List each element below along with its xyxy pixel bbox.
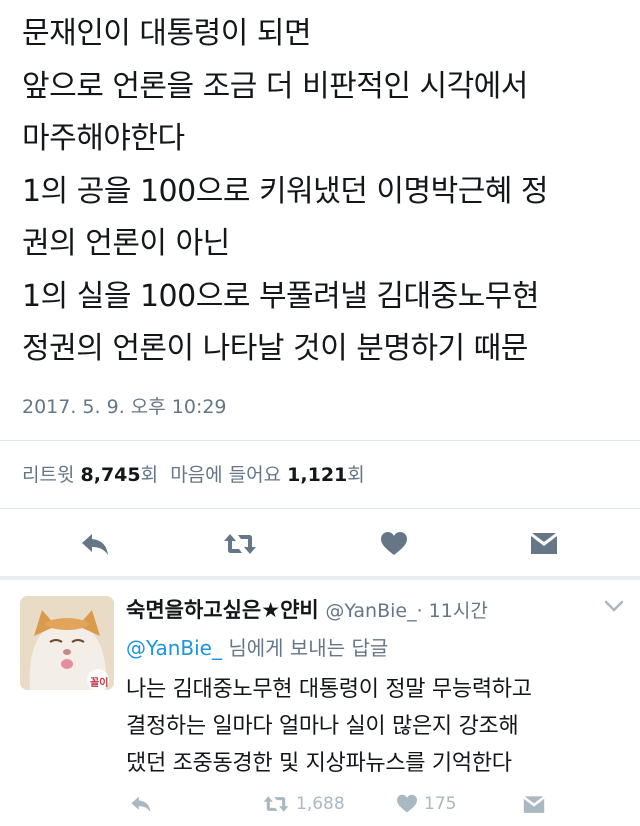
reply-actions: 1,688 175 [0,794,640,822]
retweet-icon [263,796,289,812]
replying-to: @YanBie_ 님에게 보내는 답글 [126,632,388,661]
reply-header: 숙면을하고싶은★얀비 @YanBie_· 11시간 [126,594,488,624]
reply-button[interactable] [77,526,113,562]
reply-author-name[interactable]: 숙면을하고싶은★얀비 [126,598,319,622]
reply-like-button[interactable]: 175 [396,794,456,814]
like-count-suffix: 회 [347,464,365,486]
reply-icon [82,534,108,555]
reply-icon [131,796,151,813]
reply-text: 나는 김대중노무현 대통령이 정말 무능력하고 결정하는 일마다 얼마나 실이 … [126,671,626,782]
reply-retweet-count: 1,688 [296,794,345,814]
tweet-line: 문재인이 대통령이 되면 [22,16,312,51]
reply-dm-button[interactable] [522,794,546,816]
reply-reply-button[interactable] [130,794,152,814]
more-options-button[interactable] [604,598,624,617]
heart-icon [397,794,417,813]
like-button[interactable] [376,526,412,562]
tweet-timestamp[interactable]: 2017. 5. 9. 오후 10:29 [22,392,227,419]
reply-time: · 11시간 [416,600,488,622]
tweet-actions [0,526,640,562]
retweet-label: 리트윗 [22,464,75,486]
dm-icon [531,533,557,554]
replying-to-suffix: 님에게 보내는 답글 [228,636,389,660]
tweet-line: 앞으로 언론을 조금 더 비판적인 시각에서 [22,68,528,104]
avatar[interactable]: 꼴이 [20,596,114,690]
tweet-line: 권의 언론이 아닌 [22,226,230,261]
reply-retweet-button[interactable]: 1,688 [262,794,345,814]
like-count[interactable]: 1,121 [287,464,347,486]
reply-line: 댔던 조중동경한 및 지상파뉴스를 기억한다 [126,751,512,776]
reply-like-count: 175 [424,794,457,814]
dm-button[interactable] [526,526,562,562]
section-separator [0,576,640,580]
reply-line: 결정하는 일마다 얼마나 실이 많은지 강조해 [126,714,519,739]
divider [0,508,640,509]
tweet-text: 문재인이 대통령이 되면 앞으로 언론을 조금 더 비판적인 시각에서 마주해야… [22,8,632,376]
heart-icon [381,532,407,555]
tweet-stats: 리트윗 8,745회 마음에 들어요 1,121회 [22,460,365,487]
retweet-count-suffix: 회 [140,464,159,486]
tweet-line: 1의 공을 100으로 키워냈던 이명박근혜 정 [22,173,549,209]
tweet-line: 정권의 언론이 나타날 것이 분명하기 때문 [22,331,528,366]
retweet-icon [224,534,256,554]
tweet-line: 1의 실을 100으로 부풀려낼 김대중노무현 [22,278,540,314]
divider [0,440,640,441]
retweet-count[interactable]: 8,745 [81,464,141,486]
dm-icon [523,796,545,813]
like-label: 마음에 들어요 [170,464,282,486]
reply-line: 나는 김대중노무현 대통령이 정말 무능력하고 [126,677,532,702]
avatar-caption: 꼴이 [90,678,109,689]
retweet-button[interactable] [222,526,258,562]
chevron-down-icon [604,600,624,612]
reply-author-handle[interactable]: @YanBie_ [325,600,416,622]
tweet-line: 마주해야한다 [22,121,185,156]
replying-to-mention[interactable]: @YanBie_ [126,636,222,660]
